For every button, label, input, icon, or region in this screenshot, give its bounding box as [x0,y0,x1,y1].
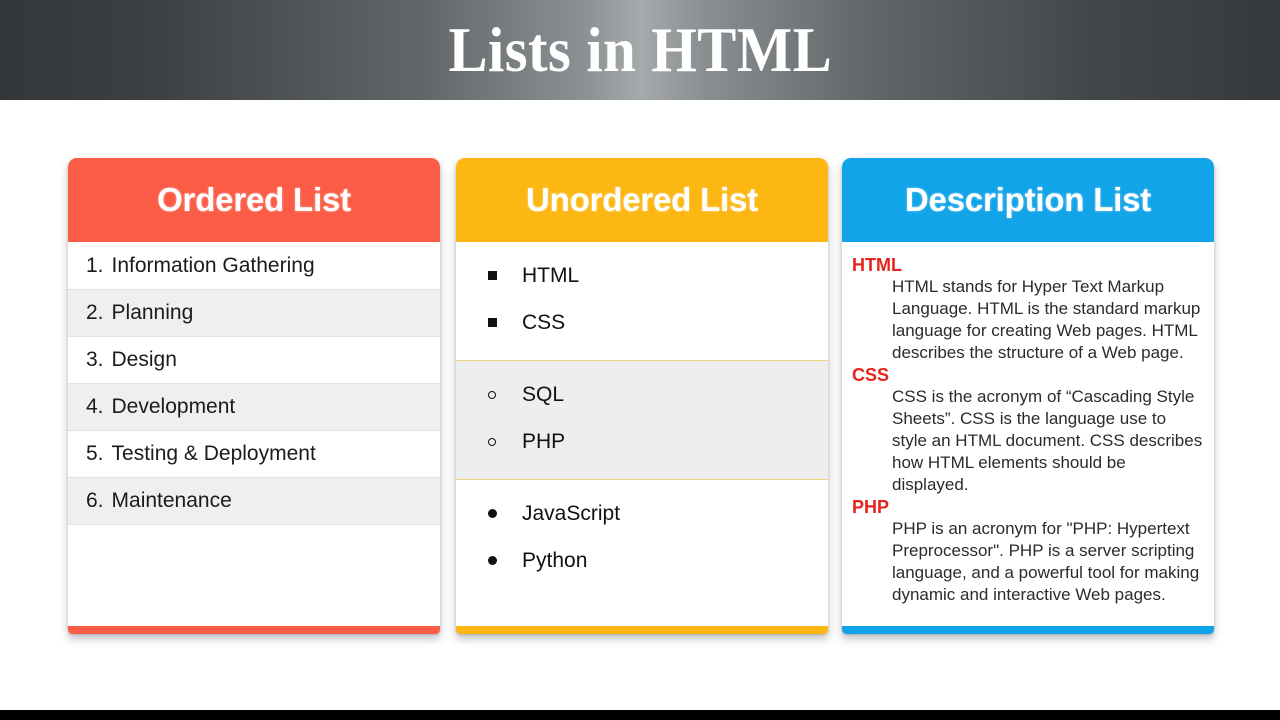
unordered-list-item: HTML [456,252,828,299]
unordered-list: HTML CSS SQL PHP JavaScript Python [456,242,828,598]
card-title-ordered-list: Ordered List [157,181,351,218]
ordered-list-item: 4. Development [68,383,440,431]
slide-title-bar: Lists in HTML [0,0,1280,100]
card-accent-bar-description-list [842,626,1214,634]
unordered-list-item-label: SQL [522,382,565,406]
description-list-definition: HTML stands for Hyper Text Markup Langua… [892,277,1201,362]
square-bullet-icon [488,271,512,280]
page-title: Lists in HTML [448,14,832,85]
card-unordered-list: Unordered List HTML CSS SQL PHP JavaScript Py… [456,158,828,634]
ordered-list-item-label: Testing & Deployment [111,442,316,465]
description-list-term: HTML [852,255,902,275]
ordered-list-item: 3. Design [68,336,440,384]
card-title-unordered-list: Unordered List [526,181,758,218]
card-header-description-list: Description List [842,158,1214,242]
unordered-list-item-label: HTML [522,263,580,287]
card-description-list: Description List HTML HTML stands for Hyp… [842,158,1214,634]
ordered-list-item-number: 5. [86,442,104,465]
slide-root: Lists in HTML Ordered List 1. Information… [0,0,1280,720]
hollow-circle-bullet-icon [488,390,512,399]
unordered-list-item: Python [456,537,828,584]
ordered-list-item: 1. Information Gathering [68,242,440,290]
ordered-list-item-label: Design [111,348,177,371]
square-bullet-icon [488,318,512,327]
unordered-list-item: CSS [456,299,828,346]
ordered-list-item-label: Planning [111,301,194,324]
disc-bullet-icon [488,556,512,565]
unordered-list-item-label: JavaScript [522,501,621,525]
unordered-list-item: PHP [456,418,828,465]
letterbox-bar-bottom [0,710,1280,720]
unordered-list-group: HTML CSS [456,242,828,361]
description-list-definition: PHP is an acronym for "PHP: Hypertext Pr… [892,519,1200,604]
unordered-list-item-label: CSS [522,310,566,334]
ordered-list-item-label: Maintenance [111,489,232,512]
unordered-list-item: SQL [456,371,828,418]
ordered-list-item-number: 4. [86,395,104,418]
description-list: HTML HTML stands for Hyper Text Markup La… [842,242,1214,617]
ordered-list-item: 6. Maintenance [68,477,440,525]
slide-content-area: Ordered List 1. Information Gathering 2. Pl… [0,100,1280,710]
ordered-list-item-label: Information Gathering [111,253,315,277]
description-list-term: PHP [852,496,890,517]
unordered-list-item-label: Python [522,548,588,572]
card-body-unordered-list: HTML CSS SQL PHP JavaScript Python [456,242,828,626]
ordered-list-item: 2. Planning [68,289,440,337]
unordered-list-group: SQL PHP [456,361,828,480]
ordered-list-item-number: 1. [86,253,104,277]
card-accent-bar-unordered-list [456,626,828,634]
ordered-list-item-number: 3. [86,348,104,371]
ordered-list-item-number: 2. [86,301,104,324]
unordered-list-item: JavaScript [456,490,828,537]
ordered-list-item: 5. Testing & Deployment [68,430,440,478]
card-accent-bar-ordered-list [68,626,440,634]
unordered-list-item-label: PHP [522,429,566,453]
card-header-ordered-list: Ordered List [68,158,440,242]
card-body-ordered-list: 1. Information Gathering 2. Planning 3. Desig… [68,242,440,626]
ordered-list-item-label: Development [111,395,236,418]
disc-bullet-icon [488,509,512,518]
card-header-unordered-list: Unordered List [456,158,828,242]
description-list-term: CSS [852,364,890,385]
description-list-definition: CSS is the acronym of “Cascading Style S… [892,387,1203,494]
ordered-list: 1. Information Gathering 2. Planning 3. Desig… [68,242,440,525]
hollow-circle-bullet-icon [488,437,512,446]
ordered-list-item-number: 6. [86,489,104,512]
card-ordered-list: Ordered List 1. Information Gathering 2. Pl… [68,158,440,634]
card-body-description-list: HTML HTML stands for Hyper Text Markup La… [842,242,1214,626]
unordered-list-group: JavaScript Python [456,480,828,598]
card-title-description-list: Description List [904,181,1152,218]
